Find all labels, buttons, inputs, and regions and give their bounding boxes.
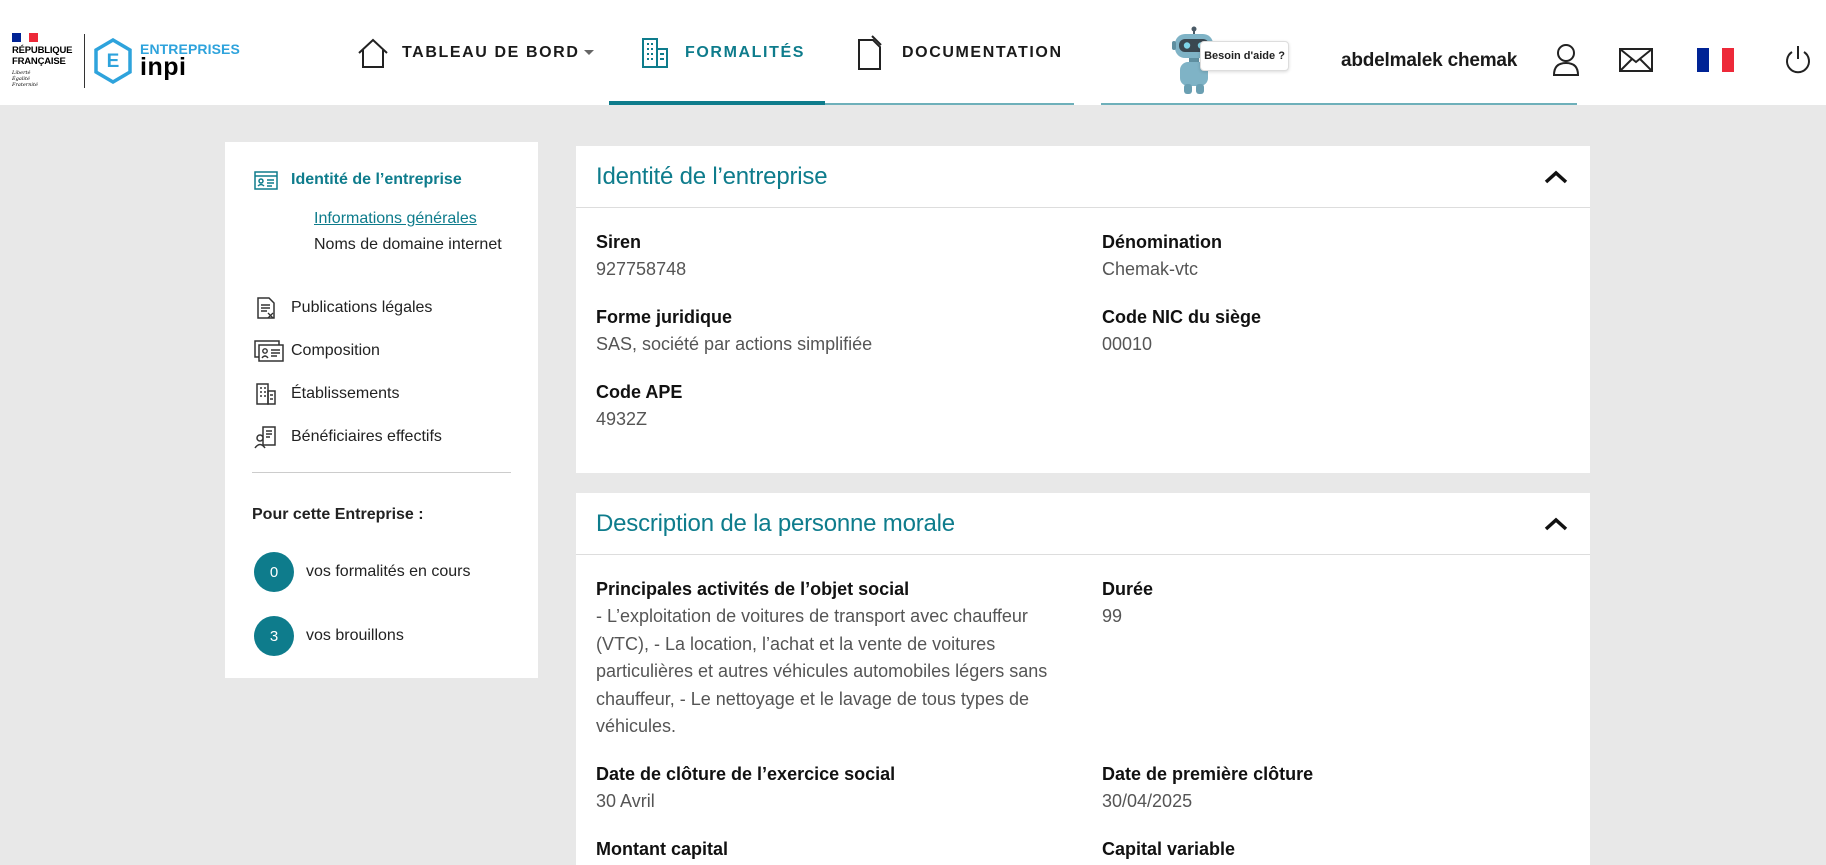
field-capital-label: Montant capital	[596, 839, 729, 859]
field-activites-label: Principales activités de l’objet social	[596, 579, 910, 599]
description-collapse-button[interactable]	[1542, 510, 1570, 538]
language-flag-fr-icon[interactable]	[1697, 48, 1734, 72]
chevron-down-icon	[584, 50, 595, 55]
inpi-hexagon-icon: E	[94, 38, 132, 84]
field-denomination-value: Chemak-vtc	[1102, 259, 1199, 279]
document-icon	[257, 297, 275, 319]
nav-active-indicator	[609, 101, 825, 105]
chevron-up-icon	[1544, 170, 1568, 183]
sidebar-item-etablissements-label: Établissements	[291, 385, 400, 402]
inpi-hex-letter: E	[107, 51, 120, 72]
identity-collapse-button[interactable]	[1542, 163, 1570, 191]
sidebar-subitem-noms-de-domaine[interactable]: Noms de domaine internet	[314, 233, 524, 256]
field-forme-value: SAS, société par actions simplifiée	[596, 334, 873, 354]
sidebar-divider	[252, 472, 511, 473]
field-nic-value: 00010	[1102, 334, 1153, 354]
user-profile-icon[interactable]	[1552, 42, 1580, 76]
id-card-icon	[254, 171, 278, 190]
user-name[interactable]: abdelmalek chemak	[1341, 50, 1517, 72]
sidebar-item-identite-label: Identité de l’entreprise	[291, 171, 462, 188]
sidebar-item-beneficiaires[interactable]: Bénéficiaires effectifs	[254, 425, 442, 449]
top-header: RÉPUBLIQUE FRANÇAISE Liberté Égalité Fra…	[0, 0, 1826, 105]
formalites-count-badge: 0	[254, 552, 294, 592]
field-date-cloture: Date de clôture de l’exercice social 30 …	[596, 763, 895, 816]
field-capital-variable: Capital variable	[1102, 838, 1235, 860]
field-code-ape: Code APE 4932Z	[596, 381, 682, 434]
field-denomination-label: Dénomination	[1102, 232, 1222, 252]
field-ape-label: Code APE	[596, 382, 683, 402]
field-activites: Principales activités de l’objet social …	[596, 578, 1076, 741]
nav-documentation[interactable]: DOCUMENTATION	[856, 0, 1063, 105]
brand-inpi-label: inpi	[140, 53, 187, 81]
building-icon	[642, 37, 668, 68]
field-cloture-label: Date de clôture de l’exercice social	[596, 764, 896, 784]
field-forme-juridique: Forme juridique SAS, société par actions…	[596, 306, 872, 359]
identity-card-title: Identité de l’entreprise	[596, 162, 828, 190]
nav-formalites-label: FORMALITÉS	[685, 43, 805, 61]
field-montant-capital: Montant capital	[596, 838, 728, 860]
field-denomination: Dénomination Chemak-vtc	[1102, 231, 1222, 284]
field-activites-value: - L’exploitation de voitures de transpor…	[596, 606, 1048, 736]
entreprises-inpi-logo[interactable]: E ENTREPRISES inpi	[93, 38, 240, 84]
nav-tableau-de-bord[interactable]: TABLEAU DE BORD	[356, 0, 595, 105]
republic-line-1: RÉPUBLIQUE	[12, 45, 73, 56]
sidebar-item-composition-label: Composition	[291, 342, 380, 359]
logo-separator	[84, 34, 85, 88]
description-card: Description de la personne morale Princi…	[576, 493, 1590, 865]
field-siren-value: 927758748	[596, 259, 687, 279]
help-bubble[interactable]: Besoin d'aide ?	[1200, 41, 1289, 71]
field-siren-label: Siren	[596, 232, 642, 252]
identity-card-header: Identité de l’entreprise	[576, 146, 1590, 208]
chevron-up-icon	[1544, 517, 1568, 530]
field-forme-label: Forme juridique	[596, 307, 733, 327]
people-cards-icon	[254, 340, 284, 362]
help-assistant[interactable]: Besoin d'aide ?	[1166, 26, 1323, 96]
motto-fraternite: Fraternité	[12, 82, 38, 88]
home-icon	[358, 38, 388, 68]
description-card-title: Description de la personne morale	[596, 509, 955, 537]
field-premiere-value: 30/04/2025	[1102, 791, 1193, 811]
building-doc-icon	[256, 383, 276, 405]
field-duree-value: 99	[1102, 606, 1123, 626]
brouillons-count-badge: 3	[254, 616, 294, 656]
field-premiere-cloture: Date de première clôture 30/04/2025	[1102, 763, 1313, 816]
field-siren: Siren 927758748	[596, 231, 686, 284]
power-logout-icon[interactable]	[1783, 44, 1813, 76]
sidebar: Identité de l’entreprise Informations gé…	[225, 142, 538, 678]
nav-formalites[interactable]: FORMALITÉS	[641, 0, 805, 105]
sidebar-item-beneficiaires-label: Bénéficiaires effectifs	[291, 428, 442, 445]
formalites-count-label: vos formalités en cours	[306, 563, 471, 580]
sidebar-item-publications[interactable]: Publications légales	[254, 296, 432, 320]
republique-francaise-logo[interactable]: RÉPUBLIQUE FRANÇAISE Liberté Égalité Fra…	[12, 33, 78, 93]
brouillons-link[interactable]: 3 vos brouillons	[254, 616, 404, 656]
marianne-flag-icon	[12, 33, 39, 42]
field-nic-label: Code NIC du siège	[1102, 307, 1262, 327]
identity-card: Identité de l’entreprise Siren 927758748…	[576, 146, 1590, 473]
nav-tableau-de-bord-label: TABLEAU DE BORD	[402, 43, 580, 61]
sidebar-item-composition[interactable]: Composition	[254, 339, 380, 363]
field-premiere-label: Date de première clôture	[1102, 764, 1314, 784]
sidebar-item-identite[interactable]: Identité de l’entreprise	[254, 168, 462, 192]
nav-track-line-right	[1101, 103, 1577, 105]
brouillons-count-label: vos brouillons	[306, 627, 404, 644]
field-ape-value: 4932Z	[596, 409, 648, 429]
beneficiary-icon	[254, 426, 276, 449]
description-card-header: Description de la personne morale	[576, 493, 1590, 555]
document-edit-icon	[858, 34, 882, 70]
sidebar-subitem-informations-generales[interactable]: Informations générales	[314, 207, 524, 230]
nav-documentation-label: DOCUMENTATION	[902, 43, 1063, 61]
field-duree-label: Durée	[1102, 579, 1154, 599]
formalites-en-cours-link[interactable]: 0 vos formalités en cours	[254, 552, 471, 592]
mail-icon[interactable]	[1619, 48, 1653, 72]
sidebar-heading: Pour cette Entreprise :	[252, 506, 424, 523]
republic-line-2: FRANÇAISE	[12, 56, 66, 67]
field-cloture-value: 30 Avril	[596, 791, 655, 811]
field-variable-label: Capital variable	[1102, 839, 1236, 859]
field-duree: Durée 99	[1102, 578, 1153, 631]
sidebar-item-publications-label: Publications légales	[291, 299, 433, 316]
field-code-nic: Code NIC du siège 00010	[1102, 306, 1261, 359]
sidebar-item-etablissements[interactable]: Établissements	[254, 382, 400, 406]
